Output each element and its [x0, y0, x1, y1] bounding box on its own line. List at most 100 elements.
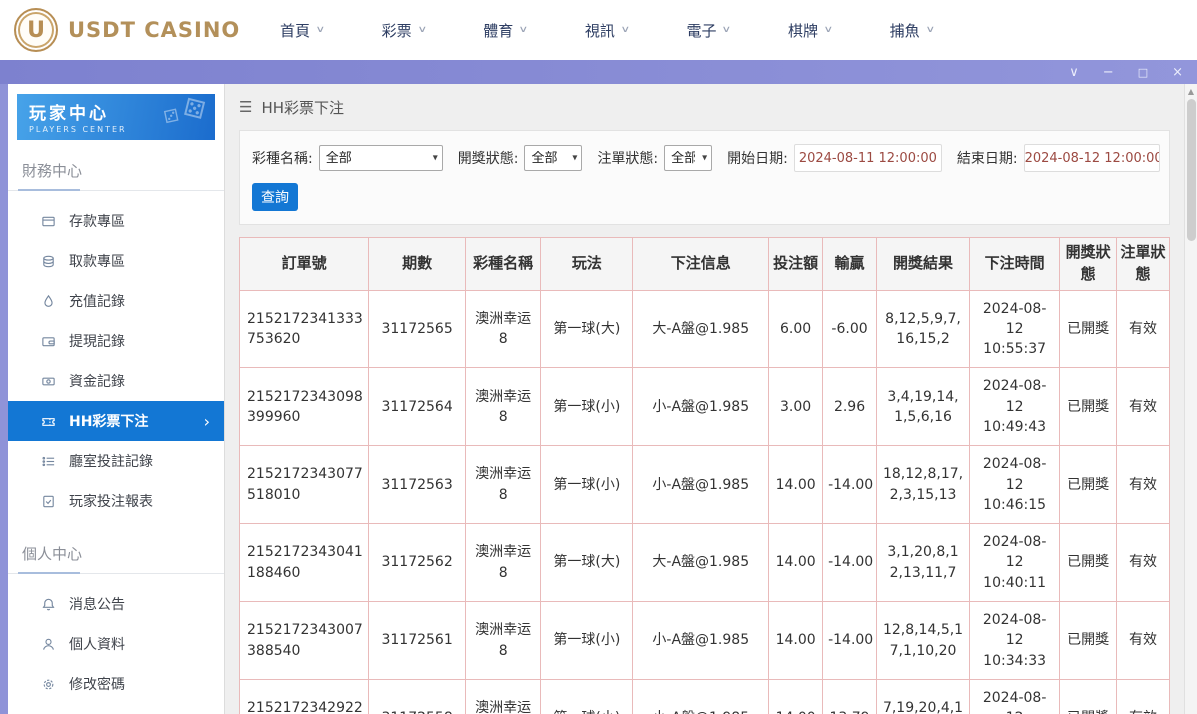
- hamburger-icon[interactable]: ☰: [239, 98, 252, 116]
- cell: -14.00: [823, 446, 877, 524]
- cell: 小-A盤@1.985: [633, 368, 769, 446]
- cell: 7,19,20,4,16,5,18,17: [877, 679, 970, 714]
- cell: 已開獎: [1060, 524, 1117, 602]
- draw-status-select-wrap: 全部: [524, 145, 582, 171]
- sidebar-section-items: 存款專區取款專區充值記錄提現記錄資金記錄HH彩票下注› 廳室投註記錄玩家投注報表: [8, 191, 224, 527]
- sidebar-subtitle: PLAYERS CENTER: [29, 125, 203, 134]
- nav-item-1[interactable]: 首頁∨: [280, 20, 324, 41]
- nav-item-4[interactable]: 視訊∨: [585, 20, 629, 41]
- sidebar-item-bell[interactable]: 消息公告: [8, 584, 224, 624]
- sidebar-item-label: 玩家投注報表: [69, 491, 153, 511]
- sidebar-item-label: 存款專區: [69, 211, 125, 231]
- sidebar-item-hall-records[interactable]: 廳室投註記錄: [8, 441, 224, 481]
- sidebar: 玩家中心 PLAYERS CENTER ⚄ ⚂ 財務中心存款專區取款專區充值記錄…: [8, 84, 225, 714]
- chevron-down-icon: ∨: [823, 25, 833, 35]
- table-row: 215217234309839996031172564澳洲幸运8第一球(小)小-…: [240, 368, 1170, 446]
- sidebar-item-withdraw[interactable]: 取款專區: [8, 241, 224, 281]
- sidebar-item-label: 廳室投註記錄: [69, 451, 153, 471]
- scroll-up-icon[interactable]: ▲: [1188, 84, 1194, 99]
- cell: 14.00: [769, 524, 823, 602]
- cell: 第一球(小): [541, 679, 633, 714]
- cashout-icon: [41, 334, 56, 349]
- col-header-5: 下注信息: [633, 238, 769, 291]
- window-minimize-icon[interactable]: −: [1103, 66, 1114, 79]
- sidebar-item-profile[interactable]: 個人資料: [8, 624, 224, 664]
- withdraw-icon: [41, 254, 56, 269]
- cell: 澳洲幸运8: [465, 290, 540, 368]
- sidebar-section-title: 個人中心: [8, 527, 224, 574]
- filter-panel: 彩種名稱: 全部 開獎狀態: 全部 注單狀態:: [239, 130, 1170, 225]
- cell: 澳洲幸运8: [465, 446, 540, 524]
- table-row: 215217234133375362031172565澳洲幸运8第一球(大)大-…: [240, 290, 1170, 368]
- draw-status-select[interactable]: 全部: [524, 145, 582, 171]
- cell: 3.00: [769, 368, 823, 446]
- col-header-11: 注單狀態: [1116, 238, 1169, 291]
- cell: 有效: [1116, 524, 1169, 602]
- filter-row: 彩種名稱: 全部 開獎狀態: 全部 注單狀態:: [252, 144, 1157, 172]
- bell-icon: [41, 597, 56, 612]
- nav-item-3[interactable]: 體育∨: [483, 20, 527, 41]
- cell: 已開獎: [1060, 368, 1117, 446]
- logo[interactable]: U USDT CASINO: [14, 8, 252, 52]
- deposit-icon: [41, 214, 56, 229]
- col-header-4: 玩法: [541, 238, 633, 291]
- lottery-select-wrap: 全部: [319, 145, 443, 171]
- start-date-input[interactable]: [794, 144, 942, 172]
- cell: 14.00: [769, 446, 823, 524]
- nav-item-5[interactable]: 電子∨: [686, 20, 730, 41]
- sidebar-item-recharge[interactable]: 充值記錄: [8, 281, 224, 321]
- sidebar-item-funds[interactable]: 資金記錄: [8, 361, 224, 401]
- cell: 3,4,19,14,1,5,6,16: [877, 368, 970, 446]
- col-header-8: 開獎結果: [877, 238, 970, 291]
- table-row: 215217234292258631031172558澳洲幸运8第一球(小)小-…: [240, 679, 1170, 714]
- cell: 2024-08-12 10:55:37: [970, 290, 1060, 368]
- lottery-select[interactable]: 全部: [319, 145, 443, 171]
- scrollbar-thumb[interactable]: [1187, 99, 1196, 241]
- cell: 澳洲幸运8: [465, 524, 540, 602]
- sidebar-item-deposit[interactable]: 存款專區: [8, 201, 224, 241]
- bet-status-select[interactable]: 全部: [664, 145, 712, 171]
- cell: 2024-08-12 10:49:43: [970, 368, 1060, 446]
- hall-records-icon: [41, 454, 56, 469]
- sidebar-item-lottery[interactable]: HH彩票下注›: [8, 401, 224, 441]
- nav-item-7[interactable]: 捕魚∨: [890, 20, 934, 41]
- scrollbar[interactable]: ▲: [1184, 84, 1197, 714]
- cell: 澳洲幸运8: [465, 602, 540, 680]
- window-maximize-icon[interactable]: □: [1138, 67, 1148, 78]
- start-date-label: 開始日期:: [727, 148, 788, 168]
- col-header-6: 投注額: [769, 238, 823, 291]
- nav-item-2[interactable]: 彩票∨: [382, 20, 426, 41]
- window-left-border: [0, 84, 8, 714]
- sidebar-item-password[interactable]: 修改密碼: [8, 664, 224, 704]
- lottery-select-label: 彩種名稱:: [252, 148, 313, 168]
- cell: 31172558: [369, 679, 466, 714]
- funds-icon: [41, 374, 56, 389]
- sidebar-sections: 財務中心存款專區取款專區充值記錄提現記錄資金記錄HH彩票下注› 廳室投註記錄玩家投…: [8, 144, 224, 714]
- sidebar-section-items: 消息公告個人資料修改密碼: [8, 574, 224, 710]
- search-button[interactable]: 查詢: [252, 183, 298, 211]
- draw-status-label: 開獎狀態:: [458, 148, 519, 168]
- window-collapse-icon[interactable]: ∨: [1069, 66, 1079, 79]
- logo-text: USDT CASINO: [68, 18, 240, 42]
- nav-item-label: 捕魚: [890, 20, 920, 41]
- cell: 2024-08-12 10:20:25: [970, 679, 1060, 714]
- cell: 2152172341333753620: [240, 290, 369, 368]
- sidebar-item-label: HH彩票下注: [69, 411, 148, 431]
- bet-status-select-wrap: 全部: [664, 145, 712, 171]
- sidebar-item-label: 取款專區: [69, 251, 125, 271]
- window-close-icon[interactable]: ×: [1172, 66, 1183, 79]
- col-header-1: 訂單號: [240, 238, 369, 291]
- cell: 31172564: [369, 368, 466, 446]
- cell: 3,1,20,8,12,13,11,7: [877, 524, 970, 602]
- sidebar-section-title: 財務中心: [8, 144, 224, 191]
- nav-item-6[interactable]: 棋牌∨: [788, 20, 832, 41]
- end-date-input[interactable]: [1024, 144, 1160, 172]
- cell: 第一球(大): [541, 524, 633, 602]
- sidebar-item-label: 充值記錄: [69, 291, 125, 311]
- cell: 小-A盤@1.985: [633, 679, 769, 714]
- sidebar-item-cashout[interactable]: 提現記錄: [8, 321, 224, 361]
- cell: 第一球(小): [541, 368, 633, 446]
- sidebar-item-report[interactable]: 玩家投注報表: [8, 481, 224, 521]
- sidebar-item-label: 修改密碼: [69, 674, 125, 694]
- profile-icon: [41, 637, 56, 652]
